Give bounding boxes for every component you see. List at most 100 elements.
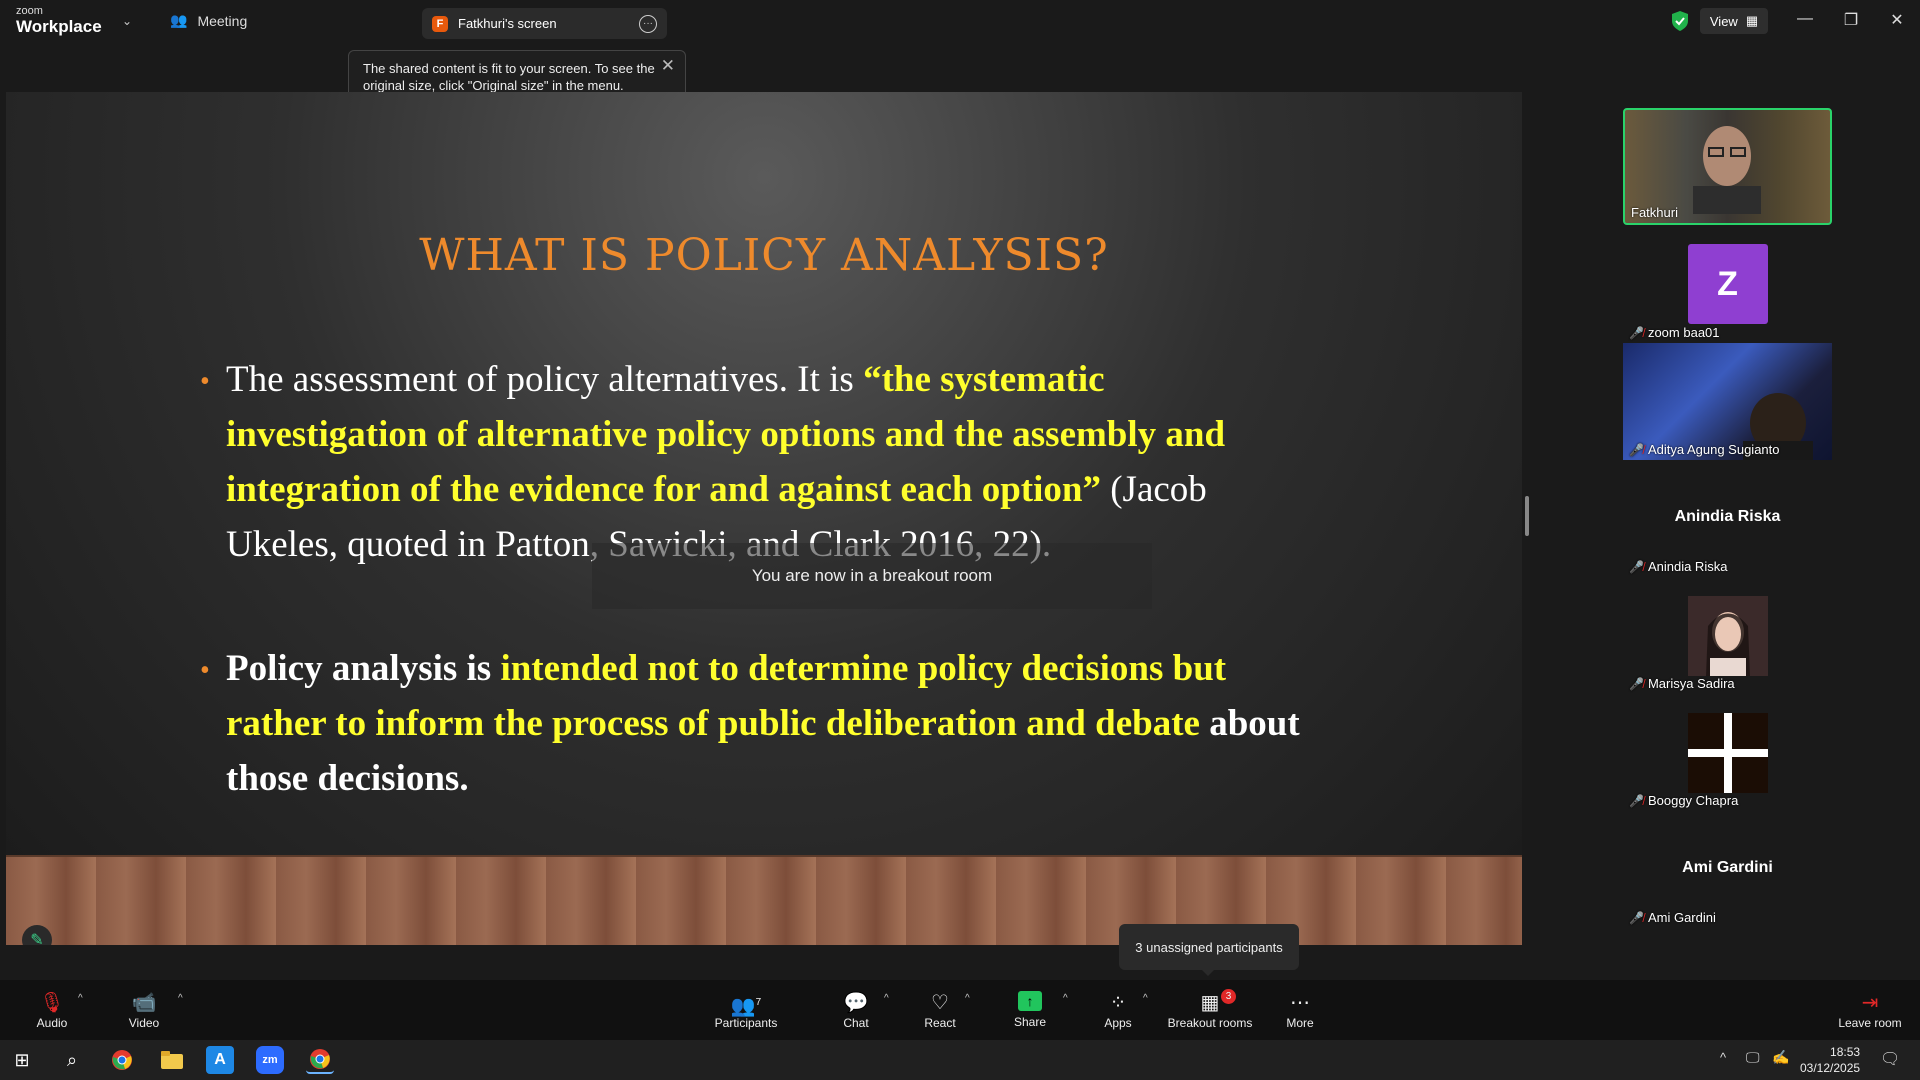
chat-button[interactable]: 💬 Chat [836, 980, 876, 1040]
scrollbar[interactable] [1525, 496, 1529, 536]
chevron-up-icon[interactable]: ^ [178, 993, 183, 1004]
system-clock[interactable]: 18:53 03/12/2025 [1800, 1044, 1860, 1076]
chat-label: Chat [843, 1016, 869, 1030]
network-icon[interactable]: 🖵 [1746, 1049, 1760, 1066]
view-button[interactable]: View ▦ [1700, 8, 1768, 34]
chevron-up-icon[interactable]: ^ [1143, 993, 1148, 1004]
clock-date: 03/12/2025 [1800, 1061, 1861, 1075]
participant-name: 🎤̸ Anindia Riska [1629, 559, 1728, 574]
slide-title: WHAT IS POLICY ANALYSIS? [419, 230, 1109, 281]
bullet-2-lead: Policy analysis is [226, 648, 501, 689]
zoom-app-icon[interactable]: zm [256, 1046, 284, 1074]
avatar [1687, 596, 1768, 676]
leave-label: Leave room [1838, 1016, 1902, 1030]
participant-tile[interactable]: Ami Gardini 🎤̸ Ami Gardini [1623, 811, 1832, 928]
more-icon: ⋯ [1290, 992, 1310, 1014]
clock-time: 18:53 [1830, 1045, 1861, 1059]
chrome-icon[interactable] [108, 1046, 136, 1074]
participant-name: 🎤̸ Booggy Chapra [1629, 793, 1739, 808]
notifications-icon[interactable]: 🗨 [1880, 1049, 1900, 1069]
avatar: Z [1687, 244, 1768, 324]
react-label: React [924, 1016, 956, 1030]
title-bar: zoom Workplace ⌄ 👥 Meeting F Fatkhuri's … [0, 0, 1920, 45]
tab-shared-screen-label: Fatkhuri's screen [458, 16, 557, 31]
windows-taskbar: ⊞ ⌕ A zm ^ 🖵 ✍ 18:53 03/12/2025 🗨 [0, 1040, 1920, 1080]
chrome-icon[interactable] [306, 1046, 334, 1074]
participant-name: 🎤̸ Aditya Agung Sugianto [1629, 442, 1780, 457]
leave-icon: ⇥ [1861, 992, 1879, 1014]
chat-icon: 💬 [843, 992, 869, 1014]
participant-tile[interactable]: Anindia Riska 🎤̸ Anindia Riska [1623, 460, 1832, 577]
tab-meeting[interactable]: 👥 Meeting [170, 12, 247, 29]
logo-workplace-text: Workplace [16, 17, 102, 36]
participant-tile[interactable]: 🎤̸ Marisya Sadira [1623, 577, 1832, 694]
breakout-label: Breakout rooms [1167, 1016, 1253, 1030]
more-button[interactable]: ⋯ More [1282, 980, 1318, 1040]
participant-tile[interactable]: 🎤̸ Aditya Agung Sugianto [1623, 343, 1832, 460]
breakout-rooms-icon: ▦ [1200, 992, 1220, 1014]
participant-tile[interactable]: 🎤̸ Booggy Chapra [1623, 694, 1832, 811]
participant-display-name: Anindia Riska [1674, 508, 1781, 525]
participants-group-icon: 👥 [170, 12, 188, 28]
view-button-label: View [1709, 13, 1738, 29]
leave-room-button[interactable]: ⇥ Leave room [1836, 980, 1904, 1040]
mic-muted-icon: 🎤̸ [1629, 676, 1644, 691]
react-button[interactable]: ♡ React [920, 980, 960, 1040]
breakout-badge: 3 [1221, 989, 1236, 1004]
security-shield-icon[interactable] [1670, 10, 1690, 32]
file-explorer-icon[interactable] [158, 1046, 186, 1074]
more-options-icon[interactable]: ··· [639, 14, 657, 33]
share-label: Share [1013, 1015, 1047, 1029]
participant-name: 🎤̸ Marisya Sadira [1629, 676, 1735, 691]
grid-view-icon: ▦ [1745, 13, 1759, 28]
participant-tile[interactable]: Fatkhuri [1623, 108, 1832, 225]
chevron-up-icon[interactable]: ^ [965, 993, 970, 1004]
logo-zoom-text: zoom [16, 5, 43, 17]
tab-meeting-label: Meeting [197, 12, 248, 29]
share-button[interactable]: ↑ Share [1010, 980, 1050, 1040]
sharer-avatar: F [432, 15, 448, 32]
chevron-up-icon[interactable]: ^ [78, 993, 83, 1004]
pen-icon[interactable]: ✍ [1772, 1049, 1789, 1066]
tab-shared-screen[interactable]: F Fatkhuri's screen ··· [422, 8, 667, 39]
apps-button[interactable]: ⁘ Apps [1100, 980, 1136, 1040]
zoom-workplace-logo[interactable]: zoom Workplace [16, 5, 102, 36]
breakout-rooms-button[interactable]: ▦ 3 Breakout rooms [1165, 980, 1255, 1040]
chevron-up-icon[interactable]: ^ [884, 993, 889, 1004]
bullet-icon: • [200, 655, 210, 686]
search-icon[interactable]: ⌕ [58, 1046, 86, 1074]
avatar [1687, 713, 1768, 793]
chevron-up-icon[interactable]: ^ [1720, 1050, 1726, 1065]
participants-button[interactable]: 👥7 Participants [712, 980, 780, 1040]
restore-icon[interactable]: ❐ [1841, 10, 1861, 30]
mic-muted-icon: 🎙 [39, 992, 65, 1014]
meeting-toolbar: 🎙 Audio ^ 📹 Video ^ 👥7 Participants 💬 Ch… [0, 980, 1920, 1040]
participant-tile[interactable]: Z 🎤̸ zoom baa01 [1623, 226, 1832, 343]
bullet-1-plain: The assessment of policy alternatives. I… [226, 359, 864, 400]
shared-screen: WHAT IS POLICY ANALYSIS? • The assessmen… [6, 92, 1522, 945]
close-icon[interactable]: ✕ [1887, 10, 1907, 30]
video-button[interactable]: 📹 Video [126, 980, 162, 1040]
minimize-icon[interactable]: — [1795, 10, 1815, 28]
app-store-icon[interactable]: A [206, 1046, 234, 1074]
mic-muted-icon: 🎤̸ [1629, 793, 1644, 808]
breakout-room-notice: You are now in a breakout room [592, 543, 1152, 609]
windows-start-icon[interactable]: ⊞ [8, 1046, 36, 1074]
mic-muted-icon: 🎤̸ [1629, 325, 1644, 340]
more-label: More [1286, 1016, 1314, 1030]
mic-muted-icon: 🎤̸ [1629, 910, 1644, 925]
close-icon[interactable]: ✕ [661, 57, 675, 74]
participant-name: 🎤̸ zoom baa01 [1629, 325, 1720, 340]
participant-display-name: Ami Gardini [1682, 859, 1773, 876]
apps-icon: ⁘ [1109, 992, 1127, 1014]
tooltip-text: The shared content is fit to your screen… [363, 61, 655, 93]
mic-muted-icon: 🎤̸ [1629, 559, 1644, 574]
chevron-down-icon[interactable]: ⌄ [122, 14, 132, 28]
video-label: Video [128, 1016, 160, 1030]
chevron-up-icon[interactable]: ^ [1063, 993, 1068, 1004]
slide-bullet-1: • The assessment of policy alternatives.… [200, 352, 1306, 572]
mic-muted-icon: 🎤̸ [1629, 442, 1644, 457]
bullet-icon: • [200, 366, 210, 397]
participants-label: Participants [714, 1016, 778, 1030]
audio-button[interactable]: 🎙 Audio [34, 980, 70, 1040]
